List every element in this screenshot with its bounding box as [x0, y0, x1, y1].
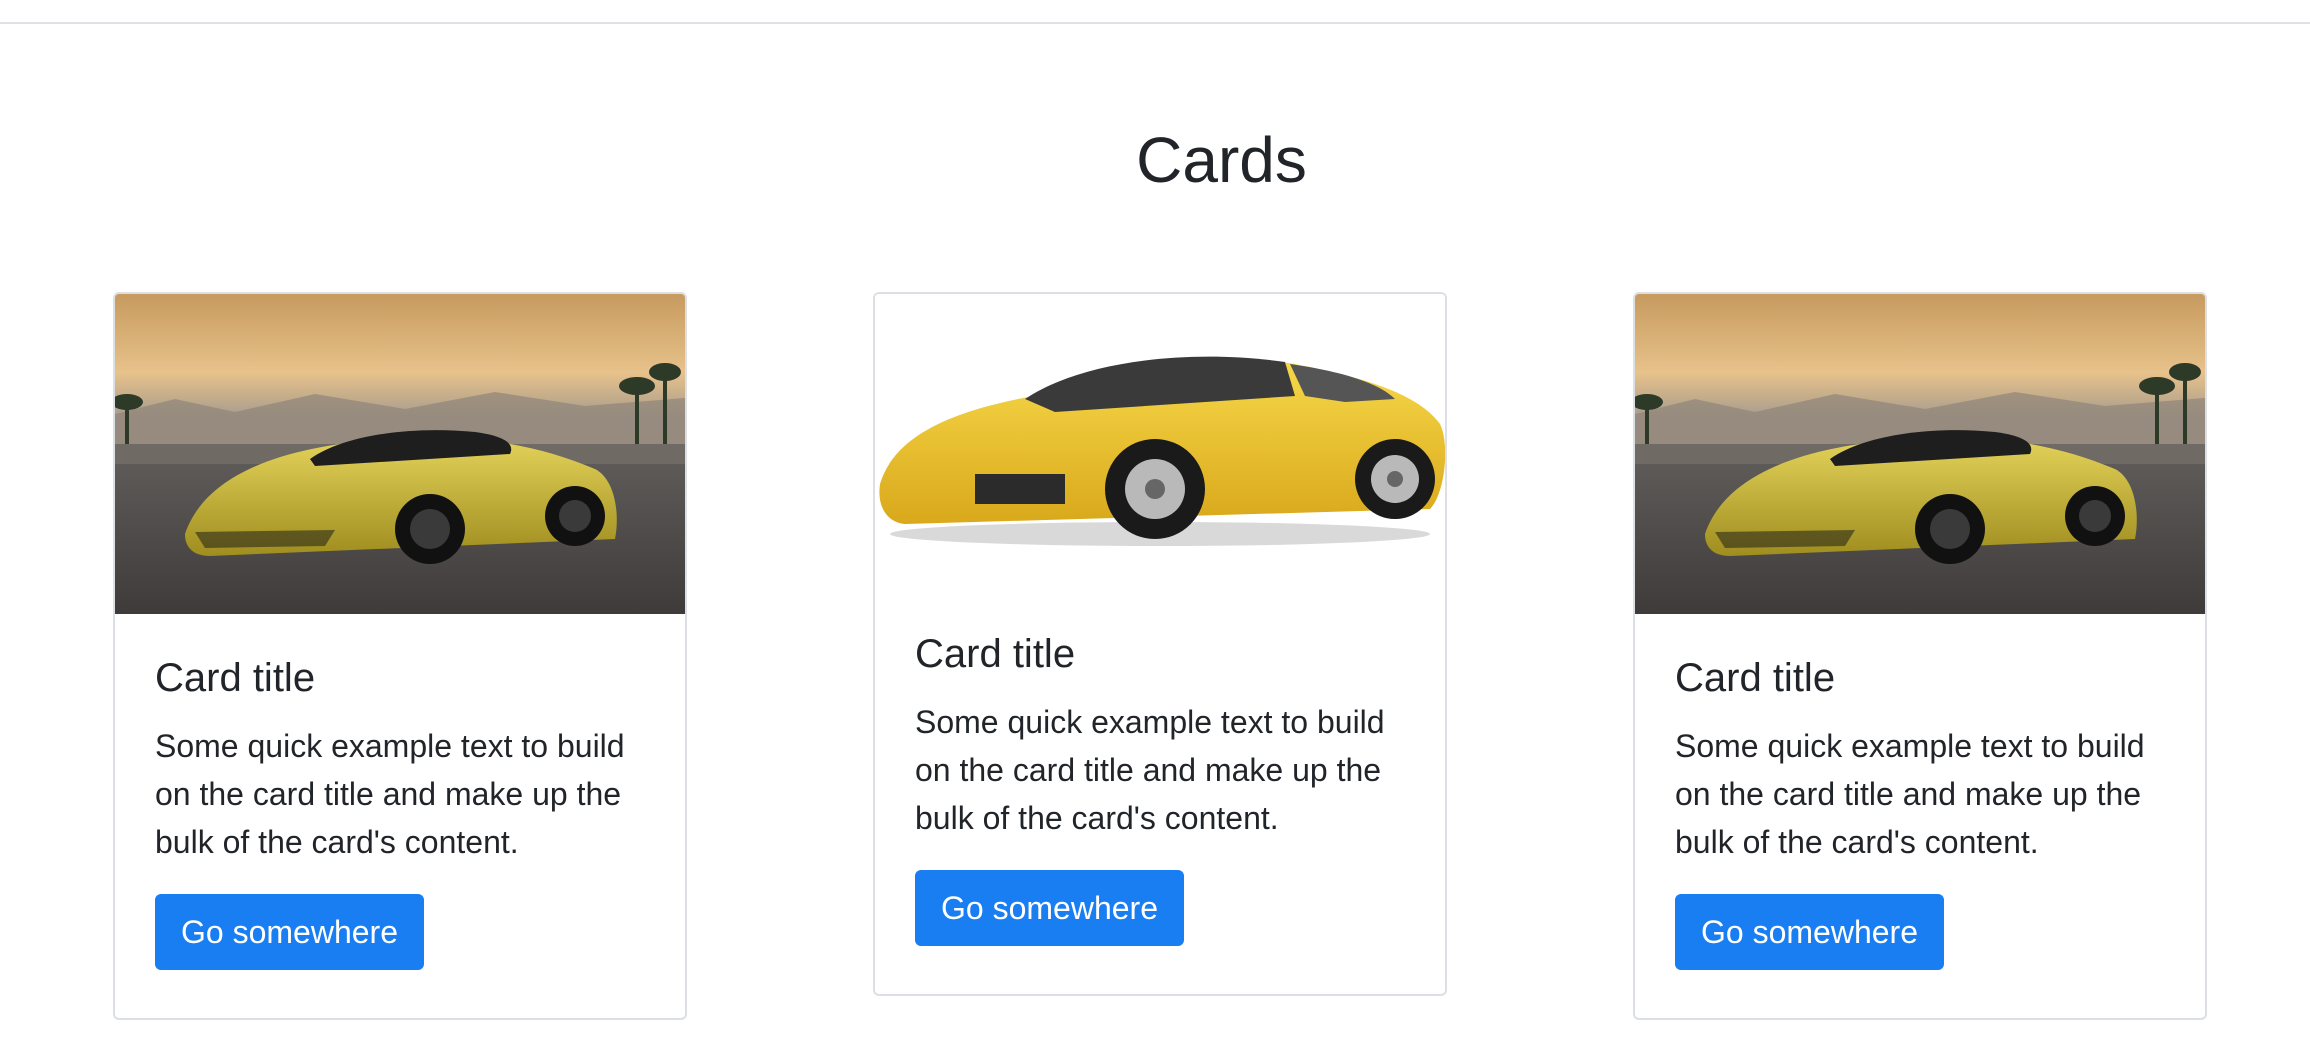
go-somewhere-button[interactable]: Go somewhere — [915, 870, 1184, 946]
card-body: Card title Some quick example text to bu… — [875, 590, 1445, 986]
page-title: Cards — [1136, 124, 1307, 196]
go-somewhere-button[interactable]: Go somewhere — [1675, 894, 1944, 970]
card-text: Some quick example text to build on the … — [155, 728, 625, 860]
card: Card title Some quick example text to bu… — [1633, 292, 2207, 1020]
card-text: Some quick example text to build on the … — [1675, 728, 2145, 860]
sports-car-on-track-image — [1635, 294, 2205, 614]
card-title: Card title — [915, 632, 1076, 676]
card: Card title Some quick example text to bu… — [873, 292, 1447, 996]
sports-car-on-track-image — [115, 294, 685, 614]
card-text: Some quick example text to build on the … — [915, 704, 1385, 836]
yellow-lamborghini-image — [875, 294, 1445, 590]
go-somewhere-button[interactable]: Go somewhere — [155, 894, 424, 970]
card-title: Card title — [1675, 656, 1836, 700]
card: Card title Some quick example text to bu… — [113, 292, 687, 1020]
card-title: Card title — [155, 656, 316, 700]
card-body: Card title Some quick example text to bu… — [115, 614, 685, 1010]
top-divider — [0, 22, 2310, 24]
card-body: Card title Some quick example text to bu… — [1635, 614, 2205, 1010]
